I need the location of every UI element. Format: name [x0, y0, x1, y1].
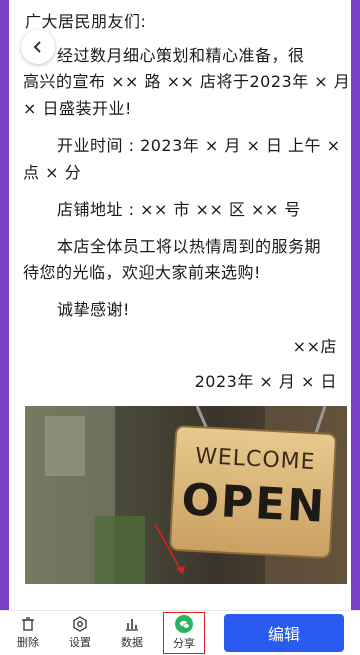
data-button[interactable]: 数据 — [112, 611, 152, 655]
settings-button[interactable]: 设置 — [60, 611, 100, 655]
trash-icon — [22, 617, 34, 631]
page-content: 广大居民朋友们: 经过数月细心策划和精心准备，很 高兴的宣布 ×× 路 ×× 店… — [9, 0, 351, 610]
settings-label: 设置 — [69, 636, 91, 649]
signature-text: ××店 — [292, 337, 337, 356]
share-button[interactable]: 分享 — [163, 612, 205, 654]
thanks-text: 诚挚感谢! — [57, 300, 130, 319]
back-button[interactable] — [21, 30, 55, 64]
open-sign-board: WELCOME OPEN — [169, 425, 337, 559]
delete-button[interactable]: 删除 — [8, 611, 48, 655]
gear-icon — [73, 616, 87, 632]
greeting-text: 广大居民朋友们: — [25, 12, 147, 31]
open-text: OPEN — [180, 474, 327, 532]
bar-chart-icon — [126, 619, 138, 631]
paragraph-3-line-2: 待您的光临，欢迎大家前来选购! — [23, 263, 261, 282]
edit-button[interactable]: 编辑 — [224, 614, 344, 652]
share-label: 分享 — [173, 637, 195, 650]
chevron-left-icon — [33, 41, 41, 53]
open-time-line-1: 开业时间 : 2023年 × 月 × 日 上午 × — [57, 136, 341, 155]
address-text: 店铺地址 : ×× 市 ×× 区 ×× 号 — [57, 200, 301, 219]
right-frame-border — [351, 0, 360, 610]
left-frame-border — [0, 0, 9, 610]
wechat-icon — [175, 615, 193, 633]
paragraph-3-line-1: 本店全体员工将以热情周到的服务期 — [57, 237, 322, 256]
date-text: 2023年 × 月 × 日 — [194, 372, 337, 391]
paragraph-1-line-1: 经过数月细心策划和精心准备，很 — [57, 46, 305, 65]
data-label: 数据 — [121, 636, 143, 649]
delete-label: 删除 — [17, 636, 39, 649]
paragraph-1-line-3: × 日盛装开业! — [23, 99, 132, 118]
open-time-line-2: 点 × 分 — [23, 163, 82, 182]
open-sign-photo: WELCOME OPEN — [25, 406, 347, 584]
paragraph-1-line-2: 高兴的宣布 ×× 路 ×× 店将于2023年 × 月 — [23, 72, 351, 91]
